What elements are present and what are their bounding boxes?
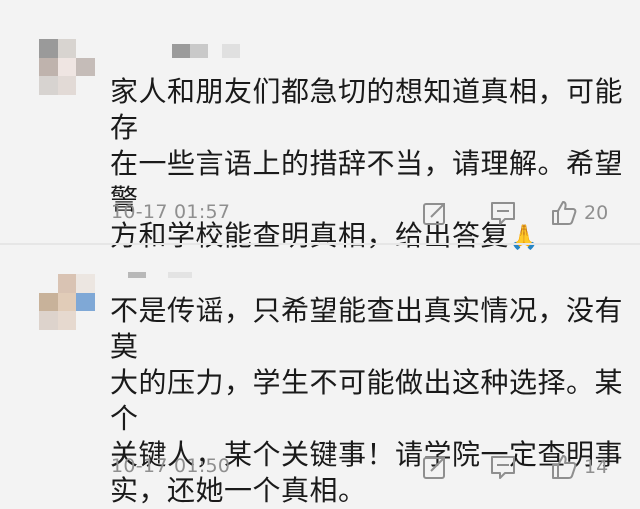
like-count: 20 (584, 202, 609, 224)
like-button[interactable]: 14 (550, 453, 608, 481)
reply-button[interactable] (486, 196, 520, 230)
like-button[interactable]: 20 (550, 199, 608, 227)
thumbs-up-icon (552, 455, 577, 479)
comment-timestamp: 10-17 01:50 (111, 455, 231, 477)
like-count: 14 (584, 456, 609, 478)
comment-item: 不是传谣，只希望能查出真实情况，没有莫 大的压力，学生不可能做出这种选择。某个 … (0, 246, 640, 507)
avatar[interactable] (39, 39, 95, 95)
avatar[interactable] (39, 274, 95, 330)
thumbs-up-icon (552, 201, 577, 225)
username-blurred[interactable] (172, 44, 240, 58)
share-button[interactable] (418, 196, 452, 230)
share-icon (423, 457, 445, 479)
comment-icon (491, 456, 515, 479)
divider (0, 243, 640, 245)
username-blurred[interactable] (128, 272, 192, 278)
reply-button[interactable] (486, 450, 520, 484)
comment-item: 家人和朋友们都急切的想知道真相，可能存 在一些言语上的措辞不当，请理解。希望警 … (0, 0, 640, 252)
comment-timestamp: 10-17 01:57 (111, 201, 231, 223)
share-button[interactable] (418, 450, 452, 484)
comment-icon (491, 202, 515, 225)
share-icon (423, 203, 445, 225)
